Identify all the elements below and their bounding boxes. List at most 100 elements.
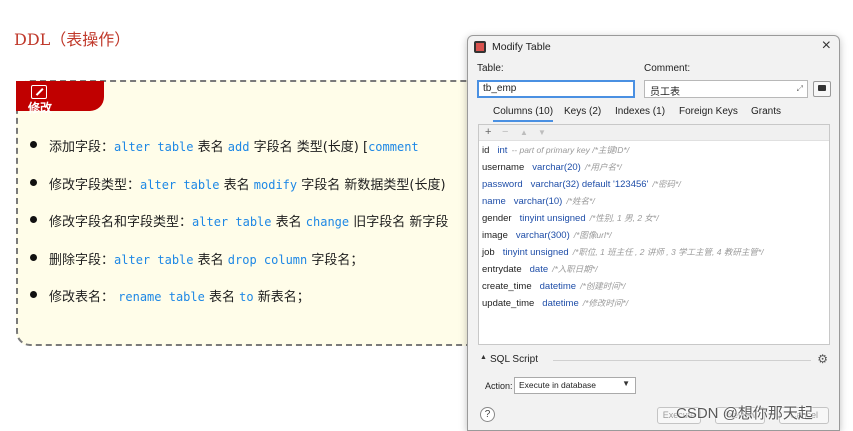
item-text: 表名	[219, 177, 254, 193]
column-type: varchar(300)	[515, 230, 570, 241]
table-row[interactable]: password varchar(32) default '123456'/*密码…	[482, 178, 764, 195]
divider	[553, 360, 811, 361]
comment-value: 员工表	[650, 87, 680, 98]
column-name: image	[482, 230, 508, 241]
tab-indexes[interactable]: Indexes (1)	[615, 106, 665, 120]
column-type: datetime	[542, 298, 579, 309]
column-list: id int -- part of primary key /*主键ID*/ use…	[482, 144, 764, 314]
item-text: 字段名 类型(长度) [	[249, 140, 369, 155]
item-label: 修改表名：	[49, 290, 119, 305]
column-comment: /*职位, 1 班主任 , 2 讲师 , 3 学工主管, 4 教研主管*/	[572, 247, 764, 257]
table-row[interactable]: create_time datetime/*创建时间*/	[482, 280, 764, 297]
dialog-title: Modify Table	[492, 41, 551, 53]
gear-icon[interactable]: ⚙	[817, 352, 828, 366]
bullet-icon	[30, 141, 37, 148]
tab-grants[interactable]: Grants	[751, 106, 781, 120]
action-value: Execute in database	[519, 380, 597, 390]
item-text: 表名	[193, 140, 228, 155]
table-row[interactable]: name varchar(10)/*姓名*/	[482, 195, 764, 212]
item-code: rename table	[118, 290, 205, 304]
table-name-input[interactable]: tb_emp	[477, 80, 635, 98]
tab-columns[interactable]: Columns (10)	[493, 106, 554, 122]
expand-icon[interactable]: ⤢	[797, 84, 803, 94]
column-comment: /*性别, 1 男, 2 女*/	[589, 213, 659, 223]
column-name: password	[482, 179, 523, 190]
column-name: username	[482, 162, 525, 173]
action-select[interactable]: Execute in database ▼	[514, 377, 636, 394]
item-label: 添加字段：	[49, 140, 115, 155]
table-row[interactable]: entrydate date/*入职日期*/	[482, 263, 764, 280]
comment-editor-button[interactable]	[813, 81, 831, 97]
column-comment: /*入职日期*/	[552, 264, 598, 274]
item-text: 字段名 新数据类型(长度)	[297, 177, 446, 193]
column-name: name	[482, 196, 506, 207]
remove-column-icon[interactable]: −	[502, 126, 508, 138]
bullet-icon	[30, 291, 37, 298]
edit-icon	[31, 85, 47, 99]
column-comment: /*密码*/	[652, 179, 681, 189]
item-text: 字段名；	[307, 252, 364, 268]
table-row[interactable]: update_time datetime/*修改时间*/	[482, 297, 764, 314]
item-keyword: drop column	[227, 252, 308, 267]
columns-toolbar: + − ▲ ▼	[479, 125, 829, 141]
item-code: alter table	[140, 177, 220, 192]
column-name: update_time	[482, 298, 535, 309]
item-text: 表名	[204, 290, 240, 305]
column-comment: /*修改时间*/	[582, 298, 629, 308]
column-name: job	[482, 247, 495, 258]
badge-label: 修改	[28, 101, 53, 115]
close-icon[interactable]: ×	[822, 37, 831, 55]
sql-script-section[interactable]: ▲ SQL Script ⚙	[478, 352, 830, 368]
column-type: int	[497, 145, 508, 156]
slide-title: DDL（表操作）	[14, 30, 131, 49]
tab-keys[interactable]: Keys (2)	[564, 106, 601, 120]
table-row[interactable]: id int -- part of primary key /*主键ID*/	[482, 144, 764, 161]
column-name: gender	[482, 213, 512, 224]
column-comment: -- part of primary key /*主键ID*/	[511, 145, 630, 155]
columns-panel: + − ▲ ▼ id int -- part of primary key /*主键…	[478, 124, 830, 345]
move-down-icon[interactable]: ▼	[538, 128, 546, 137]
column-type: date	[529, 264, 549, 275]
column-type: datetime	[539, 281, 577, 292]
sql-script-label: SQL Script	[490, 354, 538, 365]
collapse-icon[interactable]: ▲	[480, 354, 487, 361]
column-comment: /*图像url*/	[573, 230, 612, 240]
item-label: 删除字段：	[49, 252, 115, 268]
column-type: tinyint unsigned	[519, 213, 586, 224]
column-comment: /*用户名*/	[584, 162, 622, 172]
table-name-value: tb_emp	[483, 83, 517, 94]
action-label: Action:	[485, 381, 513, 391]
item-keyword: add	[227, 140, 250, 154]
table-row[interactable]: image varchar(300)/*图像url*/	[482, 229, 764, 246]
column-type: varchar(32) default '123456'	[530, 179, 649, 190]
table-row[interactable]: gender tinyint unsigned/*性别, 1 男, 2 女*/	[482, 212, 764, 229]
bullet-icon	[30, 216, 37, 223]
chevron-down-icon: ▼	[622, 379, 630, 388]
item-label: 修改字段名和字段类型：	[49, 215, 193, 230]
comment-input[interactable]: 员工表 ⤢	[644, 80, 808, 98]
item-text: 表名	[193, 252, 228, 268]
table-row[interactable]: username varchar(20)/*用户名*/	[482, 161, 764, 178]
item-keyword: change	[305, 215, 350, 229]
add-column-icon[interactable]: +	[485, 126, 491, 138]
item-text: 表名	[271, 215, 306, 230]
bullet-icon	[30, 253, 37, 261]
column-type: varchar(20)	[532, 162, 581, 173]
column-name: create_time	[482, 281, 532, 292]
modify-badge: 修改	[16, 81, 104, 115]
tab-foreign-keys[interactable]: Foreign Keys	[679, 106, 738, 120]
move-up-icon[interactable]: ▲	[520, 128, 528, 137]
column-comment: /*姓名*/	[566, 196, 595, 206]
column-type: tinyint unsigned	[502, 247, 569, 258]
table-row[interactable]: job tinyint unsigned/*职位, 1 班主任 , 2 讲师 , …	[482, 246, 764, 263]
item-text: 新表名；	[253, 290, 310, 305]
column-type: varchar(10)	[513, 196, 563, 207]
item-keyword: comment	[368, 140, 419, 154]
item-code: alter table	[114, 140, 194, 154]
column-comment: /*创建时间*/	[580, 281, 626, 291]
column-name: entrydate	[482, 264, 522, 275]
table-label: Table:	[477, 63, 504, 74]
item-label: 修改字段类型：	[49, 177, 141, 193]
modify-table-dialog: Modify Table × Table: tb_emp Comment: 员工…	[467, 35, 840, 431]
help-button[interactable]: ?	[480, 407, 495, 422]
